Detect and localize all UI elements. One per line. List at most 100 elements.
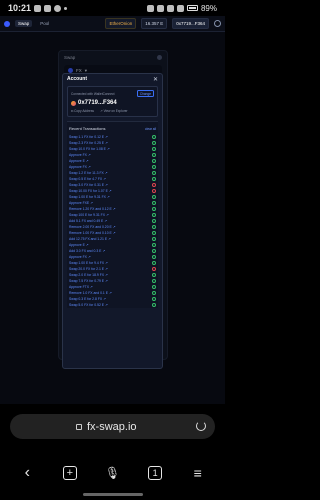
success-status-icon	[152, 243, 156, 247]
view-explorer-link[interactable]: ↗ View on Explorer	[100, 109, 128, 113]
wallet-button[interactable]: 0x7719...F364	[172, 18, 209, 29]
transaction-label[interactable]: Swap 1.1 FX for 0.12 E ↗	[69, 135, 108, 139]
transaction-label[interactable]: Swap 1.2 E for 11.3 FX ↗	[69, 171, 108, 175]
success-status-icon	[152, 201, 156, 205]
transaction-label[interactable]: Remove 1.20 FX and 0.12 E ↗	[69, 207, 116, 211]
connected-label: Connected with WalletConnect	[71, 91, 115, 96]
account-address: 0x7719...F364	[78, 100, 117, 106]
failed-status-icon	[152, 189, 156, 193]
recent-transactions-title: Recent Transactions	[69, 126, 106, 131]
status-time: 10:21	[8, 3, 32, 13]
success-status-icon	[152, 255, 156, 259]
modal-title: Account	[67, 76, 87, 82]
transaction-label[interactable]: Remove 1.0 FX and 0.1 E ↗	[69, 291, 112, 295]
browser-url-bar: fx-swap.io	[0, 404, 225, 446]
back-icon[interactable]: ‹	[15, 461, 39, 485]
transaction-label[interactable]: Approve FXE ↗	[69, 201, 93, 205]
transaction-label[interactable]: Approve E ↗	[69, 243, 89, 247]
transaction-label[interactable]: Swap 7.5 FX for 0.79 E ↗	[69, 279, 108, 283]
success-status-icon	[152, 153, 156, 157]
battery-icon	[186, 5, 198, 11]
success-status-icon	[152, 303, 156, 307]
transaction-label[interactable]: Swap 5.0 FX for 0.52 E ↗	[69, 303, 108, 307]
wifi-icon	[166, 4, 174, 12]
transaction-label[interactable]: Approve FTX ↗	[69, 285, 93, 289]
transaction-label[interactable]: Add 3.0 FX and 0.3 E ↗	[69, 249, 105, 253]
transaction-label[interactable]: Swap 1.00 E for 9.31 FX ↗	[69, 195, 110, 199]
transaction-label[interactable]: Swap 10.00 FX for 1.07 E ↗	[69, 189, 112, 193]
new-tab-button[interactable]: +	[58, 461, 82, 485]
mute-icon	[156, 4, 164, 12]
recent-transactions: Recent Transactions clear all Swap 1.1 F…	[67, 121, 158, 308]
plus-icon: +	[62, 466, 77, 480]
success-status-icon	[152, 177, 156, 181]
browser-nav-bar: ‹ + 🎙 1 ≡	[0, 446, 225, 500]
success-status-icon	[152, 231, 156, 235]
address-bar[interactable]: fx-swap.io	[10, 414, 215, 439]
nav-swap[interactable]: Swap	[15, 20, 33, 27]
success-status-icon	[152, 237, 156, 241]
signal-icon	[176, 4, 184, 12]
account-box: Connected with WalletConnect Change 0x77…	[67, 86, 158, 117]
transaction-label[interactable]: Swap 10.0 FX for 1.08 E ↗	[69, 147, 110, 151]
nav-pool[interactable]: Pool	[37, 20, 52, 27]
transaction-row[interactable]: Swap 5.0 FX for 0.52 E ↗	[67, 302, 158, 308]
dot-icon	[64, 6, 68, 10]
app-header: Swap Pool EtherOnion 16.357 E 0x7719...F…	[0, 16, 225, 32]
transaction-label[interactable]: Swap 20.0 FX for 2.1 E ↗	[69, 267, 108, 271]
success-status-icon	[152, 147, 156, 151]
transaction-label[interactable]: Swap 3.0 FX for 0.31 E ↗	[69, 183, 108, 187]
success-status-icon	[152, 297, 156, 301]
transaction-label[interactable]: Add 5.1 FX and 0.49 E ↗	[69, 219, 107, 223]
gear-icon[interactable]	[214, 20, 221, 27]
tabs-button[interactable]: 1	[143, 461, 167, 485]
tab-count: 1	[148, 466, 163, 480]
success-status-icon	[152, 195, 156, 199]
clear-all-button[interactable]: clear all	[145, 127, 156, 131]
success-status-icon	[152, 249, 156, 253]
success-status-icon	[152, 291, 156, 295]
lock-icon	[76, 423, 82, 430]
close-icon[interactable]: ✕	[153, 76, 158, 83]
account-avatar	[71, 100, 76, 106]
success-status-icon	[152, 261, 156, 265]
balance-pill: 16.357 E	[141, 18, 168, 29]
transaction-label[interactable]: Swap 2.0 E for 18.9 FX ↗	[69, 273, 108, 277]
success-status-icon	[152, 219, 156, 223]
success-status-icon	[152, 171, 156, 175]
success-status-icon	[152, 141, 156, 145]
transaction-label[interactable]: Swap 100 E for 9.31 FX ↗	[69, 213, 109, 217]
success-status-icon	[152, 213, 156, 217]
transaction-label[interactable]: Swap 1.00 E for 9.4 FX ↗	[69, 261, 108, 265]
success-status-icon	[152, 135, 156, 139]
transaction-label[interactable]: Remove 1.00 FX and 0.10 E ↗	[69, 231, 116, 235]
transaction-label[interactable]: Add 12.75 FX and 1.21 E ↗	[69, 237, 111, 241]
failed-status-icon	[152, 267, 156, 271]
menu-icon[interactable]: ≡	[186, 461, 210, 485]
success-status-icon	[152, 165, 156, 169]
message-icon	[34, 4, 42, 12]
home-indicator	[83, 493, 143, 496]
transaction-label[interactable]: Swap 0.3 E for 2.8 FX ↗	[69, 297, 106, 301]
transaction-label[interactable]: Swap 2.3 FX for 0.25 E ↗	[69, 141, 108, 145]
failed-status-icon	[152, 183, 156, 187]
logo-icon	[4, 20, 10, 27]
success-status-icon	[152, 279, 156, 283]
microphone-icon[interactable]: 🎙	[100, 461, 124, 485]
change-button[interactable]: Change	[136, 90, 154, 97]
transaction-label[interactable]: Approve FX ↗	[69, 153, 91, 157]
copy-address-link[interactable]: ⧉ Copy Address	[71, 109, 94, 113]
transaction-label[interactable]: Approve FX ↗	[69, 255, 91, 259]
reload-icon[interactable]	[196, 421, 206, 431]
transaction-label[interactable]: Approve E ↗	[69, 159, 89, 163]
network-badge[interactable]: EtherOnion	[105, 18, 137, 29]
transaction-list: Swap 1.1 FX for 0.12 E ↗ Swap 2.3 FX for …	[67, 134, 158, 308]
notification-icon	[44, 4, 52, 12]
transaction-label[interactable]: Swap 0.5 E for 4.7 FX ↗	[69, 177, 106, 181]
transaction-label[interactable]: Remove 2.00 FX and 0.20 E ↗	[69, 225, 116, 229]
success-status-icon	[152, 159, 156, 163]
battery-percent: 89%	[200, 3, 217, 13]
account-modal: Account ✕ Connected with WalletConnect C…	[62, 73, 163, 369]
app-icon	[54, 4, 62, 12]
transaction-label[interactable]: Approve FX ↗	[69, 165, 91, 169]
